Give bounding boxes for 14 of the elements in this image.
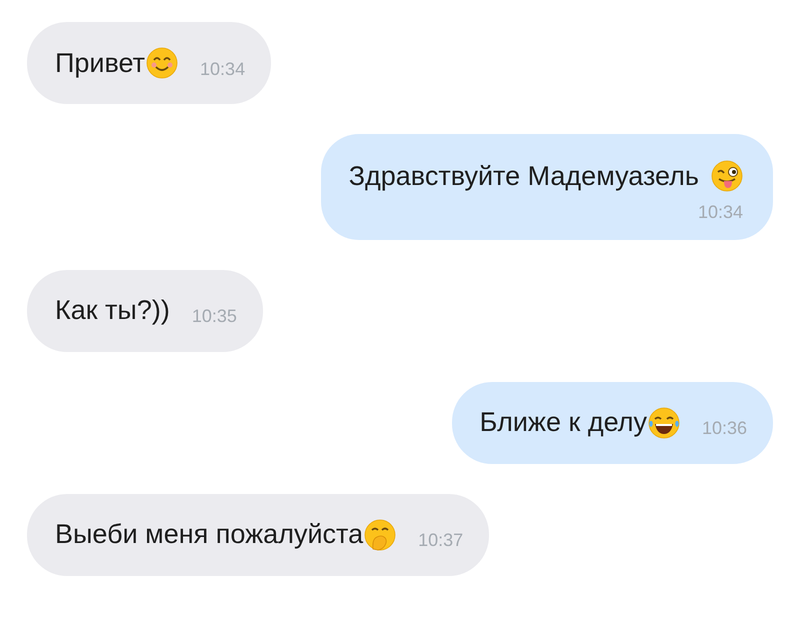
message-time: 10:37	[418, 529, 464, 552]
message-text: Как ты?))	[55, 294, 170, 328]
message-time: 10:35	[192, 305, 237, 328]
laughing-tears-face-icon	[648, 406, 680, 438]
message-time: 10:34	[698, 200, 743, 224]
winking-tongue-face-icon	[711, 160, 743, 192]
smiling-face-icon	[146, 47, 178, 79]
message-time: 10:36	[702, 417, 747, 440]
message-text: Выеби меня пожалуйста	[55, 518, 364, 552]
message-text: Ближе к делу	[480, 406, 647, 440]
message-text: Здравствуйте Мадемуазель	[348, 160, 699, 193]
message-time: 10:34	[200, 58, 246, 80]
message-text: Привет	[55, 46, 146, 80]
face-with-hand-over-mouth-icon	[364, 518, 396, 550]
